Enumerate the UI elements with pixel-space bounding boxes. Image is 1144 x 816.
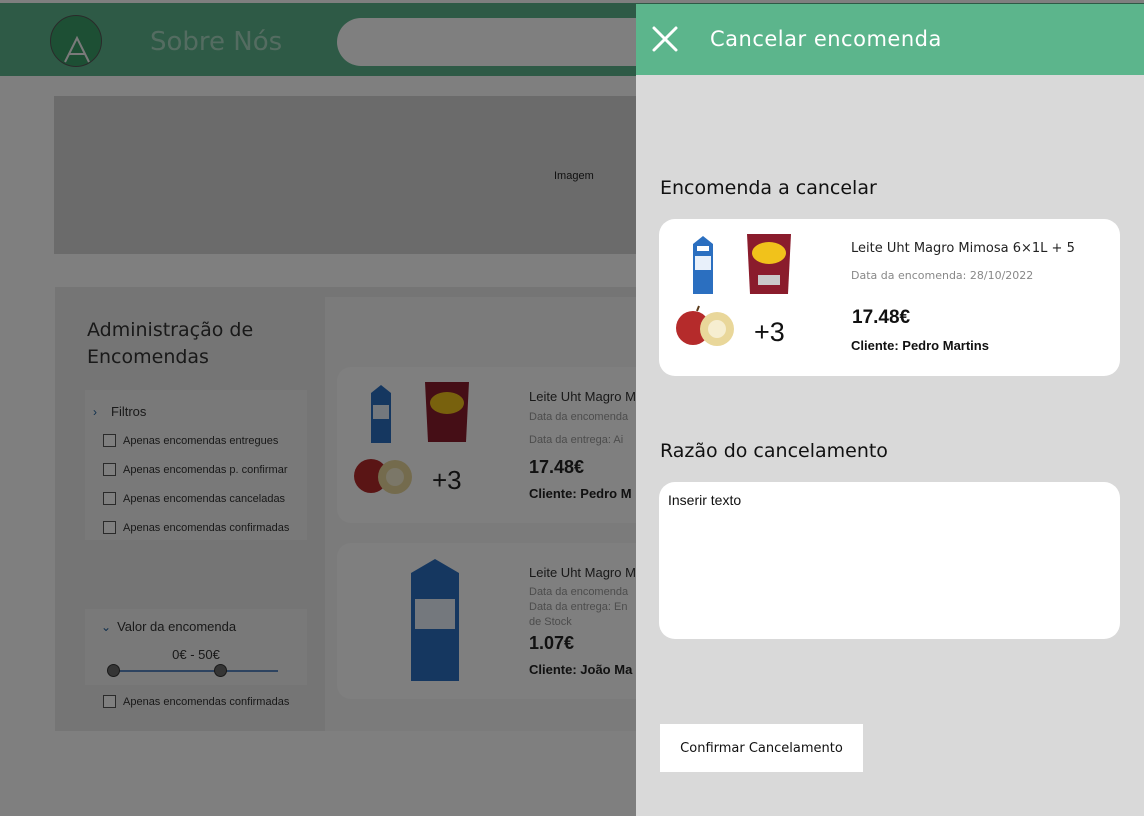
close-button[interactable] xyxy=(650,24,680,54)
order-client: Cliente: Pedro Martins xyxy=(851,338,989,353)
confirm-cancel-button[interactable]: Confirmar Cancelamento xyxy=(660,724,863,772)
close-icon xyxy=(652,26,678,52)
drawer-header: Cancelar encomenda xyxy=(636,4,1144,75)
chips-bag-icon xyxy=(747,234,791,294)
order-summary-card: +3 Leite Uht Magro Mimosa 6×1L + 5 Data … xyxy=(659,219,1120,376)
order-price: 17.48€ xyxy=(852,307,911,328)
apples-icon xyxy=(676,305,734,346)
reason-section-title: Razão do cancelamento xyxy=(660,440,888,462)
order-date: Data da encomenda: 28/10/2022 xyxy=(851,269,1034,282)
page: Sobre Nós Imagem Administração de Encome… xyxy=(0,0,1144,816)
drawer-title: Cancelar encomenda xyxy=(710,27,942,51)
order-name: Leite Uht Magro Mimosa 6×1L + 5 xyxy=(851,241,1075,256)
order-section-title: Encomenda a cancelar xyxy=(660,177,877,199)
more-items-count: +3 xyxy=(754,317,785,347)
cancel-order-drawer: Cancelar encomenda Encomenda a cancelar … xyxy=(636,4,1144,816)
cancel-reason-input[interactable] xyxy=(659,482,1120,639)
milk-carton-icon xyxy=(693,236,713,294)
